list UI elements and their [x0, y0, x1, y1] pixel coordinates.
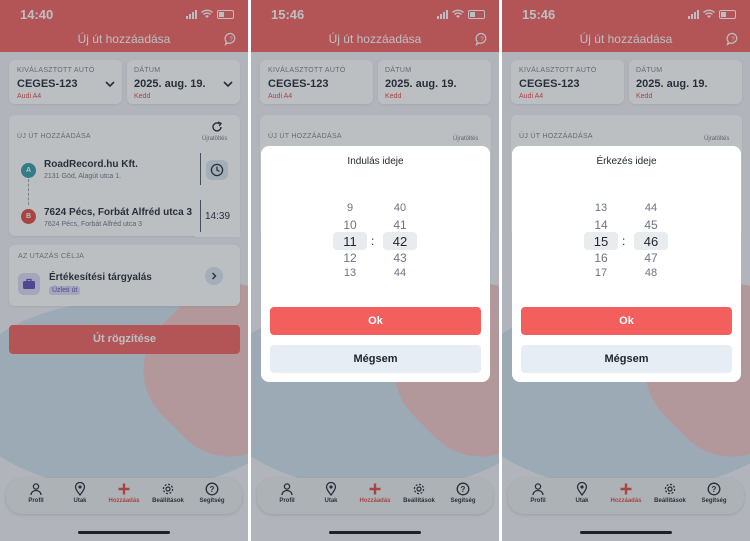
- minute-wheel[interactable]: 44 45 46 47 48: [631, 192, 671, 286]
- hour-option: 13: [343, 267, 357, 279]
- hour-option: 13: [594, 202, 608, 214]
- arrival-time-picker: Érkezés ideje 13 14 15 16 17 : 44 45 46 …: [512, 146, 741, 382]
- picker-title: Indulás ideje: [347, 156, 404, 167]
- ok-button[interactable]: Ok: [521, 307, 732, 335]
- dim-overlay: [0, 0, 248, 541]
- hour-option: 12: [343, 251, 357, 265]
- hour-wheel[interactable]: 13 14 15 16 17: [581, 192, 621, 286]
- cancel-button[interactable]: Mégsem: [270, 345, 481, 373]
- minute-wheel[interactable]: 40 41 42 43 44: [380, 192, 420, 286]
- hour-option: 9: [346, 202, 354, 214]
- minute-option: 43: [393, 251, 407, 265]
- minute-option: 44: [644, 202, 658, 214]
- hour-option-selected: 15: [593, 234, 609, 249]
- hour-option-selected: 11: [343, 234, 357, 249]
- minute-option: 40: [393, 202, 407, 214]
- minute-option: 47: [644, 251, 658, 265]
- minute-option: 41: [393, 218, 407, 232]
- hour-option: 10: [343, 218, 357, 232]
- time-separator: :: [371, 234, 375, 248]
- time-separator: :: [622, 234, 626, 248]
- phone-screen-arrival-picker: 15:46 Új út hozzáadása ? KIVÁLASZTOTT AU…: [502, 0, 750, 541]
- hour-option: 14: [594, 218, 608, 232]
- phone-screen-departure-picker: 15:46 Új út hozzáadása ? KIVÁLASZTOTT AU…: [251, 0, 499, 541]
- ok-button[interactable]: Ok: [270, 307, 481, 335]
- cancel-button[interactable]: Mégsem: [521, 345, 732, 373]
- minute-option: 44: [393, 267, 407, 279]
- hour-wheel[interactable]: 9 10 11 12 13: [330, 192, 370, 286]
- minute-option: 45: [644, 218, 658, 232]
- minute-option: 48: [644, 267, 658, 279]
- hour-option: 16: [594, 251, 608, 265]
- departure-time-picker: Indulás ideje 9 10 11 12 13 : 40 41 42 4…: [261, 146, 490, 382]
- minute-option-selected: 46: [643, 234, 659, 249]
- phone-screen-main: 14:40 Új út hozzáadása ? KIVÁLASZTOTT AU…: [0, 0, 248, 541]
- picker-title: Érkezés ideje: [596, 156, 657, 167]
- hour-option: 17: [594, 267, 608, 279]
- minute-option-selected: 42: [392, 234, 408, 249]
